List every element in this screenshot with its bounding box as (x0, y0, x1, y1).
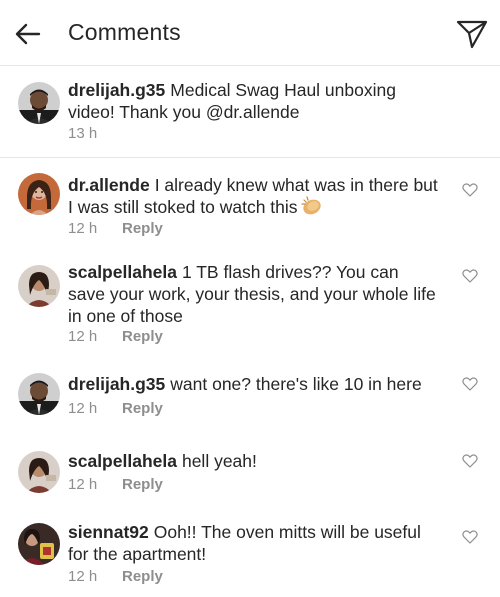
comment-text: siennat92 Ooh!! The oven mitts will be us… (68, 521, 438, 565)
comment-item: dr.allende I already knew what was in the… (0, 158, 500, 248)
avatar[interactable] (18, 82, 60, 124)
comment-username[interactable]: siennat92 (68, 522, 149, 542)
timestamp: 12 h (68, 328, 98, 345)
like-button[interactable] (462, 268, 478, 284)
comment-text: drelijah.g35 want one? there's like 10 in… (68, 373, 438, 395)
reply-button[interactable]: Reply (122, 220, 163, 237)
caption-meta: 13 h (68, 125, 122, 142)
timestamp: 12 h (68, 568, 98, 585)
avatar[interactable] (18, 451, 60, 493)
clapping-hands-icon (300, 196, 323, 221)
comment-item: scalpellahela 1 TB flash drives?? You can… (0, 248, 500, 360)
heart-icon (462, 530, 478, 544)
caption-text: drelijah.g35 Medical Swag Haul unboxing v… (68, 79, 438, 123)
send-button[interactable] (454, 16, 490, 52)
timestamp: 13 h (68, 125, 98, 142)
heart-icon (462, 377, 478, 391)
like-button[interactable] (462, 376, 478, 392)
paper-plane-icon (456, 20, 488, 49)
heart-icon (462, 269, 478, 283)
comment-username[interactable]: scalpellahela (68, 262, 177, 282)
comment-meta: 12 h Reply (68, 400, 163, 417)
page-title: Comments (68, 19, 181, 45)
caption-username[interactable]: drelijah.g35 (68, 80, 165, 100)
heart-icon (462, 454, 478, 468)
like-button[interactable] (462, 182, 478, 198)
timestamp: 12 h (68, 400, 98, 417)
comment-meta: 12 h Reply (68, 568, 163, 585)
comment-body: hell yeah! (181, 451, 257, 471)
comment-item: siennat92 Ooh!! The oven mitts will be us… (0, 512, 500, 597)
comment-item: scalpellahela hell yeah! 12 h Reply (0, 436, 500, 512)
comment-meta: 12 h Reply (68, 328, 163, 345)
comment-username[interactable]: dr.allende (68, 175, 150, 195)
timestamp: 12 h (68, 220, 98, 237)
comment-meta: 12 h Reply (68, 476, 163, 493)
avatar[interactable] (18, 523, 60, 565)
like-button[interactable] (462, 529, 478, 545)
comment-meta: 12 h Reply (68, 220, 163, 237)
like-button[interactable] (462, 453, 478, 469)
post-caption: drelijah.g35 Medical Swag Haul unboxing v… (0, 66, 500, 158)
comment-body: want one? there's like 10 in here (170, 374, 422, 394)
comment-text: dr.allende I already knew what was in the… (68, 174, 438, 221)
reply-button[interactable]: Reply (122, 476, 163, 493)
avatar[interactable] (18, 373, 60, 415)
comment-text: scalpellahela 1 TB flash drives?? You can… (68, 261, 438, 327)
reply-button[interactable]: Reply (122, 568, 163, 585)
avatar[interactable] (18, 173, 60, 215)
back-button[interactable] (12, 18, 44, 50)
comments-header: Comments (0, 0, 500, 66)
comment-text: scalpellahela hell yeah! (68, 450, 438, 472)
comment-username[interactable]: scalpellahela (68, 451, 177, 471)
comment-item: drelijah.g35 want one? there's like 10 in… (0, 360, 500, 436)
avatar[interactable] (18, 265, 60, 307)
reply-button[interactable]: Reply (122, 400, 163, 417)
comment-username[interactable]: drelijah.g35 (68, 374, 165, 394)
arrow-left-icon (15, 23, 41, 45)
heart-icon (462, 183, 478, 197)
timestamp: 12 h (68, 476, 98, 493)
reply-button[interactable]: Reply (122, 328, 163, 345)
